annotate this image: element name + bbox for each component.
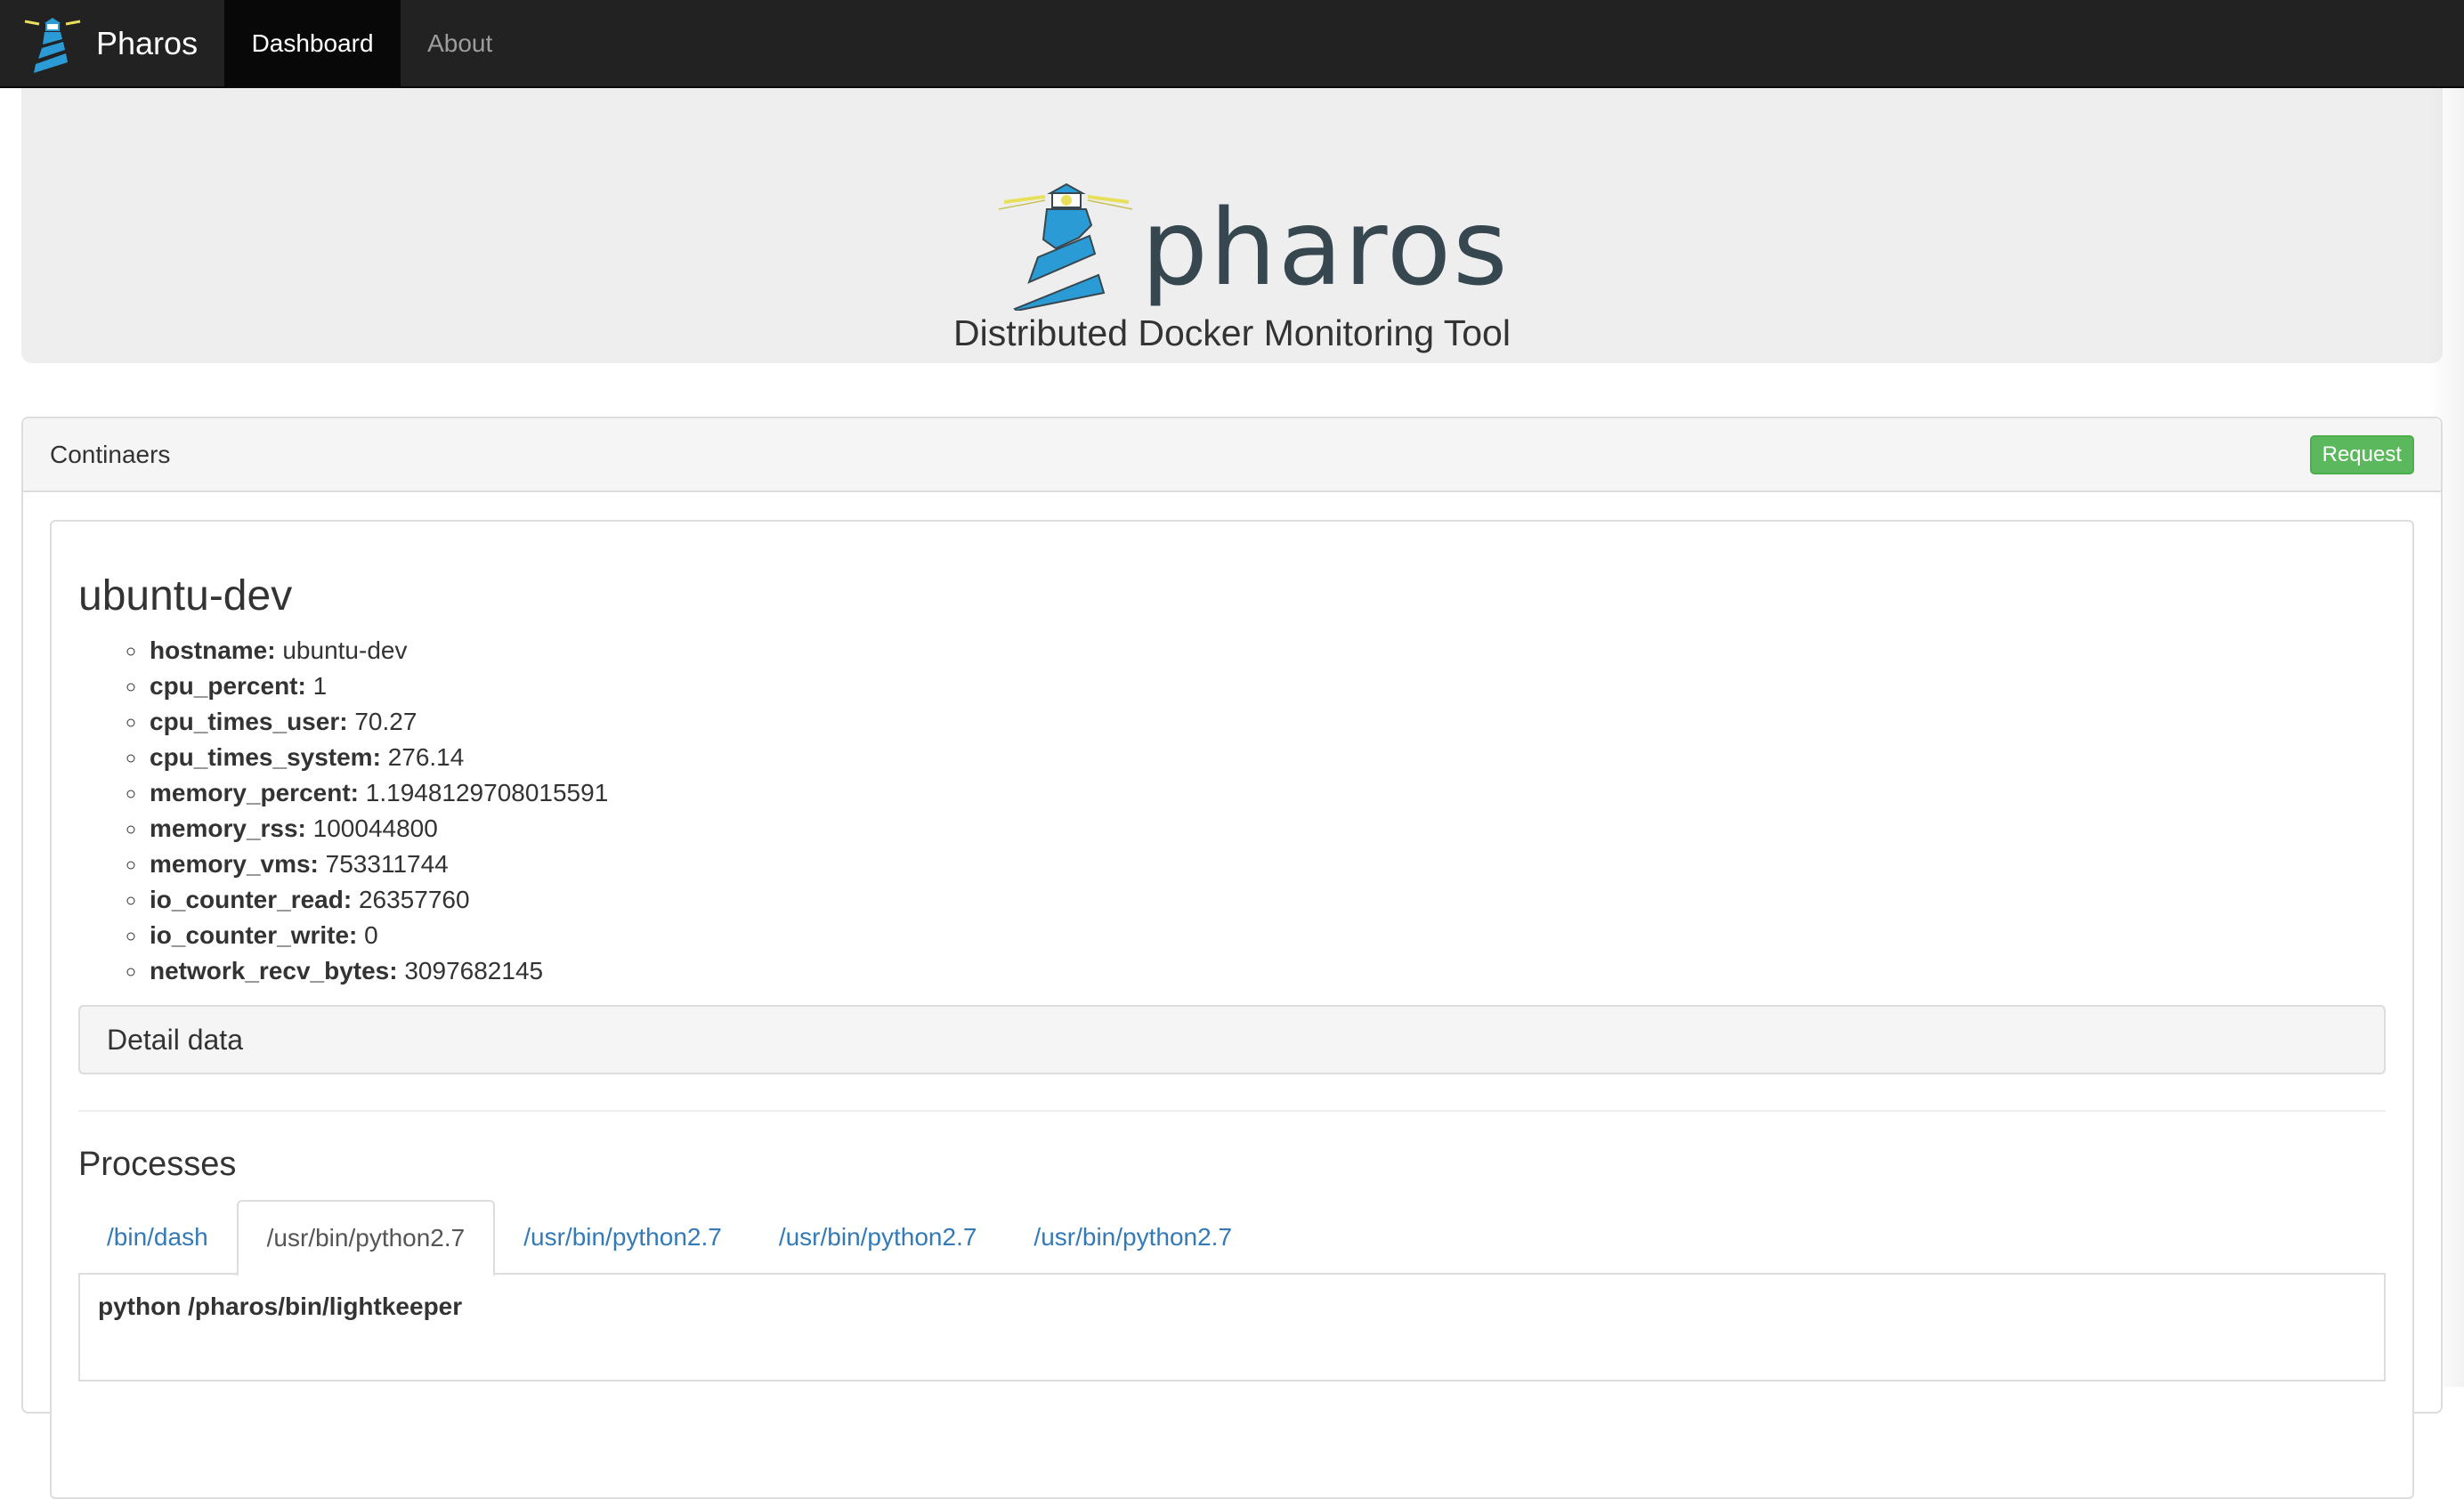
divider — [78, 1110, 2386, 1112]
stat-item: cpu_times_system: 276.14 — [148, 740, 2386, 775]
hero-logo-text: pharos — [1141, 186, 1510, 309]
tab-process-4[interactable]: /usr/bin/python2.7 — [750, 1200, 1006, 1275]
stat-value: 70.27 — [354, 708, 417, 735]
stat-key: memory_vms: — [150, 850, 319, 878]
stat-key: io_counter_read: — [150, 886, 353, 913]
stat-value: 1 — [312, 672, 328, 700]
stat-key: cpu_times_user: — [150, 708, 348, 735]
pharos-logo-icon — [24, 17, 81, 73]
stat-item: cpu_percent: 1 — [148, 668, 2386, 704]
detail-data-toggle[interactable]: Detail data — [78, 1005, 2386, 1074]
process-cmdline: python /pharos/bin/lightkeeper — [98, 1292, 463, 1320]
stat-key: hostname: — [150, 636, 276, 664]
stat-value: 3097682145 — [404, 957, 544, 984]
brand-link[interactable]: Pharos — [0, 0, 224, 86]
tab-process-1[interactable]: /bin/dash — [78, 1200, 237, 1275]
stat-value: 26357760 — [358, 886, 470, 913]
stat-item: memory_percent: 1.1948129708015591 — [148, 775, 2386, 811]
tab-content: python /pharos/bin/lightkeeper — [78, 1275, 2386, 1382]
tab-process-5[interactable]: /usr/bin/python2.7 — [1005, 1200, 1260, 1275]
processes-title: Processes — [78, 1146, 237, 1183]
nav-about[interactable]: About — [401, 0, 519, 86]
stat-item: cpu_times_user: 70.27 — [148, 704, 2386, 740]
stat-value: ubuntu-dev — [282, 636, 408, 664]
stat-item: hostname: ubuntu-dev — [148, 633, 2386, 668]
stat-value: 100044800 — [312, 814, 438, 842]
pharos-hero-logo: pharos — [998, 182, 1510, 311]
stat-item: memory_rss: 100044800 — [148, 811, 2386, 847]
panel-heading: Continaers Request — [23, 418, 2441, 492]
nav-dashboard[interactable]: Dashboard — [224, 0, 401, 86]
stat-value: 276.14 — [387, 743, 465, 771]
request-button[interactable]: Request — [2309, 434, 2414, 474]
stat-key: cpu_times_system: — [150, 743, 381, 771]
stat-value: 753311744 — [325, 850, 449, 878]
stat-key: network_recv_bytes: — [150, 957, 398, 984]
brand-text: Pharos — [96, 24, 199, 61]
stat-value: 0 — [364, 921, 378, 949]
stat-item: memory_vms: 753311744 — [148, 847, 2386, 882]
stat-item: network_recv_bytes: 3097682145 — [148, 953, 2386, 989]
hero-banner: pharos Distributed Docker Monitoring Too… — [21, 88, 2443, 363]
tab-process-3[interactable]: /usr/bin/python2.7 — [495, 1200, 750, 1275]
panel-title: Continaers — [50, 440, 171, 468]
stat-key: memory_percent: — [150, 779, 359, 806]
stats-list: hostname: ubuntu-dev cpu_percent: 1 cpu_… — [78, 633, 2386, 989]
containers-panel: Continaers Request ubuntu-dev hostname: … — [21, 417, 2443, 1499]
stat-key: io_counter_write: — [150, 921, 358, 949]
stat-item: io_counter_read: 26357760 — [148, 882, 2386, 918]
top-navbar: Pharos Dashboard About — [0, 0, 2464, 88]
container-card: ubuntu-dev hostname: ubuntu-dev cpu_perc… — [50, 520, 2414, 1499]
stat-value: 1.1948129708015591 — [365, 779, 609, 806]
process-tabs: /bin/dash /usr/bin/python2.7 /usr/bin/py… — [78, 1200, 2386, 1276]
tab-process-2[interactable]: /usr/bin/python2.7 — [236, 1200, 496, 1276]
hero-subtitle: Distributed Docker Monitoring Tool — [953, 312, 1511, 353]
stat-key: memory_rss: — [150, 814, 306, 842]
stat-key: cpu_percent: — [150, 672, 306, 700]
stat-item: io_counter_write: 0 — [148, 918, 2386, 953]
container-name: ubuntu-dev — [78, 572, 293, 620]
